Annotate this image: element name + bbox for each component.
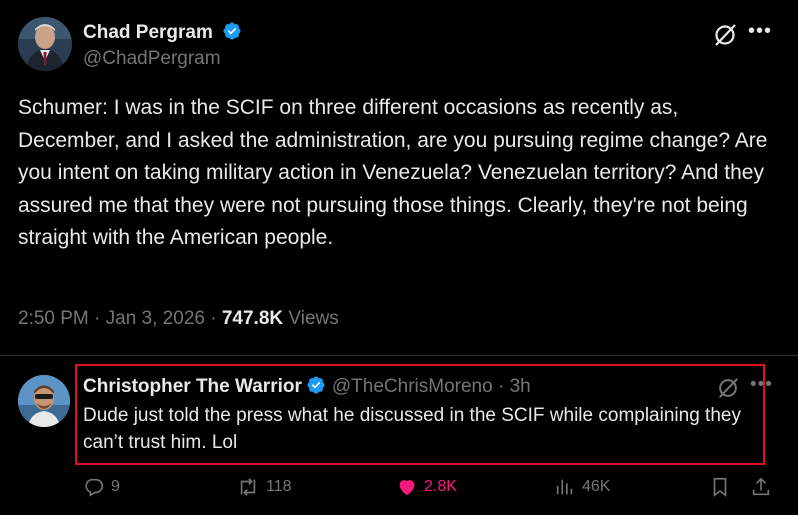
bookmark-button[interactable] bbox=[709, 476, 737, 498]
reply-header: Christopher The Warrior @TheChrisMoreno ·… bbox=[83, 375, 531, 401]
divider bbox=[0, 355, 798, 356]
repost-count: 118 bbox=[266, 478, 292, 495]
repost-button[interactable]: 118 bbox=[236, 476, 292, 498]
views-count: 46K bbox=[582, 478, 611, 495]
views-button[interactable]: 46K bbox=[554, 476, 610, 498]
like-button[interactable]: 2.8K bbox=[396, 476, 457, 498]
reply-author-handle[interactable]: @TheChrisMoreno bbox=[332, 376, 493, 397]
reply-text: Dude just told the press what he discuss… bbox=[83, 405, 741, 453]
reply-icon bbox=[85, 478, 104, 497]
reply-count: 9 bbox=[111, 478, 120, 495]
grok-icon[interactable] bbox=[716, 376, 740, 400]
author-name[interactable]: Chad Pergram bbox=[83, 21, 242, 47]
share-button[interactable] bbox=[750, 476, 778, 498]
reply-separator: · bbox=[492, 376, 510, 397]
author-name-text[interactable]: Chad Pergram bbox=[83, 22, 213, 43]
grok-icon[interactable] bbox=[712, 22, 738, 48]
verified-badge-icon bbox=[222, 21, 242, 47]
reply-button[interactable]: 9 bbox=[83, 476, 120, 498]
author-avatar[interactable] bbox=[18, 17, 72, 71]
bookmark-icon bbox=[713, 477, 727, 497]
views-label: Views bbox=[283, 308, 339, 329]
like-count: 2.8K bbox=[424, 478, 457, 495]
more-icon[interactable]: ••• bbox=[748, 20, 772, 43]
views-chart-icon bbox=[556, 479, 573, 495]
repost-icon bbox=[240, 478, 256, 496]
heart-icon bbox=[399, 480, 415, 496]
verified-badge-icon bbox=[306, 375, 326, 401]
reply-author-name[interactable]: Christopher The Warrior bbox=[83, 376, 302, 397]
share-icon bbox=[752, 477, 770, 496]
tweet-timestamp[interactable]: 2:50 PM · Jan 3, 2026 · bbox=[18, 308, 222, 329]
tweet-meta: 2:50 PM · Jan 3, 2026 · 747.8K Views bbox=[18, 308, 339, 330]
author-handle[interactable]: @ChadPergram bbox=[83, 48, 221, 70]
more-icon[interactable]: ••• bbox=[750, 374, 773, 396]
reply-avatar[interactable] bbox=[18, 375, 70, 427]
reply-time[interactable]: 3h bbox=[510, 376, 531, 397]
views-count: 747.8K bbox=[221, 308, 284, 329]
tweet-text: Schumer: I was in the SCIF on three diff… bbox=[18, 96, 768, 249]
